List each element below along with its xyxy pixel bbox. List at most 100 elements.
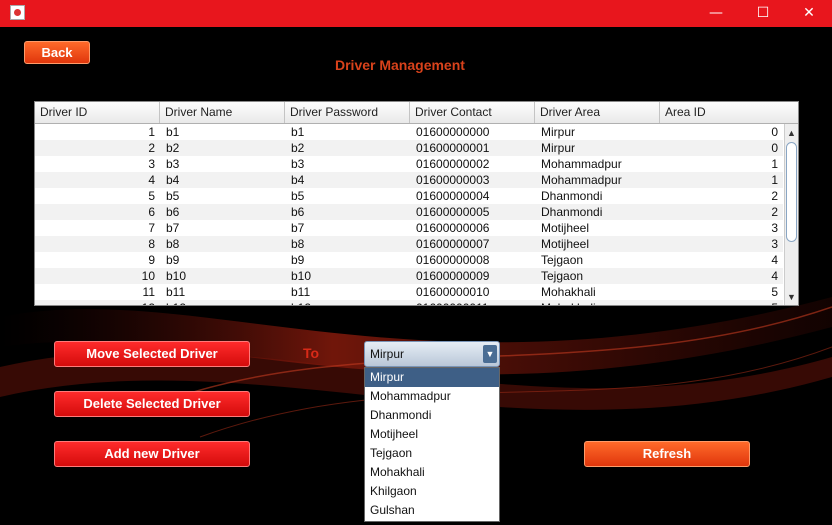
column-header-driver-password[interactable]: Driver Password: [285, 102, 410, 123]
maximize-button[interactable]: ☐: [740, 0, 786, 27]
table-row[interactable]: 3 b3 b3 01600000002 Mohammadpur 1: [35, 156, 783, 172]
dropdown-option[interactable]: Mohammadpur: [365, 387, 499, 406]
table-cell: 9: [148, 253, 155, 267]
table-cell: Motijheel: [541, 221, 590, 235]
table-cell: b11: [291, 285, 311, 299]
close-button[interactable]: ✕: [786, 0, 832, 27]
table-row[interactable]: 1 b1 b1 01600000000 Mirpur 0: [35, 124, 783, 140]
app-window: — ☐ ✕ Back Driver Management Driver ID D…: [0, 0, 832, 525]
scroll-down-arrow-icon[interactable]: ▼: [785, 290, 798, 304]
table-row[interactable]: 6 b6 b6 01600000005 Dhanmondi 2: [35, 204, 783, 220]
table-cell: 11: [142, 285, 155, 299]
table-cell: b10: [166, 269, 187, 283]
add-new-driver-button[interactable]: Add new Driver: [54, 441, 250, 467]
table-cell: Tejgaon: [541, 253, 584, 267]
java-app-icon: [10, 5, 25, 20]
table-cell: 0: [771, 125, 778, 139]
table-cell: 01600000001: [416, 141, 490, 155]
table-cell: b5: [291, 189, 305, 203]
drivers-table: Driver ID Driver Name Driver Password Dr…: [34, 101, 799, 306]
table-cell: Mirpur: [541, 125, 576, 139]
table-cell: 5: [148, 189, 155, 203]
table-row[interactable]: 8 b8 b8 01600000007 Motijheel 3: [35, 236, 783, 252]
dropdown-option[interactable]: Dhanmondi: [365, 406, 499, 425]
table-cell: 01600000005: [416, 205, 490, 219]
table-cell: 01600000002: [416, 157, 490, 171]
table-cell: Motijheel: [541, 237, 590, 251]
delete-selected-driver-button[interactable]: Delete Selected Driver: [54, 391, 250, 417]
minimize-button[interactable]: —: [693, 0, 739, 27]
column-header-driver-contact[interactable]: Driver Contact: [410, 102, 535, 123]
dropdown-option[interactable]: Mirpur: [365, 368, 499, 387]
column-header-driver-id[interactable]: Driver ID: [35, 102, 160, 123]
scroll-thumb[interactable]: [786, 142, 797, 242]
table-cell: Mohammadpur: [541, 173, 622, 187]
table-cell: 4: [771, 269, 778, 283]
table-cell: 12: [35, 300, 160, 305]
table-body: 1 b1 b1 01600000000 Mirpur 0 2 b2 b2 01600000001 M…: [35, 124, 783, 305]
table-row[interactable]: 7 b7 b7 01600000006 Motijheel 3: [35, 220, 783, 236]
area-dropdown-list: Mirpur Mohammadpur Dhanmondi Motijheel Tejga…: [364, 367, 500, 522]
table-cell: b4: [291, 173, 305, 187]
to-label: To: [303, 345, 320, 361]
table-cell: 8: [148, 237, 155, 251]
table-cell: Dhanmondi: [541, 205, 603, 219]
table-row[interactable]: 12b12b1201600000011Mohakhali5: [35, 300, 783, 305]
table-row[interactable]: 4 b4 b4 01600000003 Mohammadpur 1: [35, 172, 783, 188]
dropdown-option[interactable]: Mohakhali: [365, 463, 499, 482]
table-cell: b9: [166, 253, 180, 267]
table-cell: 01600000010: [416, 285, 490, 299]
table-cell: 6: [148, 205, 155, 219]
table-cell: b7: [291, 221, 305, 235]
table-cell: b6: [291, 205, 305, 219]
table-cell: b1: [291, 125, 305, 139]
table-cell: 5: [771, 285, 778, 299]
area-select-value: Mirpur: [370, 347, 405, 361]
table-cell: 3: [771, 221, 778, 235]
table-row[interactable]: 2 b2 b2 01600000001 Mirpur 0: [35, 140, 783, 156]
table-cell: 01600000008: [416, 253, 490, 267]
table-cell: b3: [291, 157, 305, 171]
move-selected-driver-button[interactable]: Move Selected Driver: [54, 341, 250, 367]
table-cell: 4: [771, 253, 778, 267]
column-header-driver-name[interactable]: Driver Name: [160, 102, 285, 123]
table-row[interactable]: 10 b10 b10 01600000009 Tejgaon 4: [35, 268, 783, 284]
table-cell: b6: [166, 205, 180, 219]
chevron-down-icon[interactable]: ▼: [483, 345, 497, 363]
table-cell: 0: [771, 141, 778, 155]
table-cell: b2: [291, 141, 305, 155]
table-cell: 2: [148, 141, 155, 155]
dropdown-option[interactable]: Motijheel: [365, 425, 499, 444]
table-cell: b10: [291, 269, 312, 283]
table-row[interactable]: 5 b5 b5 01600000004 Dhanmondi 2: [35, 188, 783, 204]
table-cell: 01600000011: [410, 300, 535, 305]
table-cell: 1: [771, 173, 778, 187]
column-header-area-id[interactable]: Area ID: [660, 102, 798, 123]
table-cell: 5: [660, 300, 783, 305]
table-scrollbar[interactable]: ▲ ▼: [784, 124, 798, 305]
table-cell: 2: [771, 189, 778, 203]
table-cell: b11: [166, 285, 186, 299]
table-cell: Mirpur: [541, 141, 576, 155]
dropdown-option[interactable]: Gulshan: [365, 501, 499, 520]
table-cell: 01600000004: [416, 189, 490, 203]
table-cell: b9: [291, 253, 305, 267]
table-cell: 10: [141, 269, 155, 283]
table-cell: b2: [166, 141, 180, 155]
table-cell: 01600000000: [416, 125, 490, 139]
dropdown-option[interactable]: Tejgaon: [365, 444, 499, 463]
table-cell: b12: [160, 300, 285, 305]
table-cell: Mohakhali: [535, 300, 660, 305]
table-cell: 1: [148, 125, 155, 139]
table-row[interactable]: 9 b9 b9 01600000008 Tejgaon 4: [35, 252, 783, 268]
table-cell: 7: [148, 221, 155, 235]
scroll-up-arrow-icon[interactable]: ▲: [785, 126, 798, 140]
back-button[interactable]: Back: [24, 41, 90, 64]
table-cell: b3: [166, 157, 180, 171]
table-cell: 01600000007: [416, 237, 490, 251]
table-row[interactable]: 11 b11 b11 01600000010 Mohakhali 5: [35, 284, 783, 300]
column-header-driver-area[interactable]: Driver Area: [535, 102, 660, 123]
dropdown-option[interactable]: Khilgaon: [365, 482, 499, 501]
area-select[interactable]: Mirpur ▼: [364, 341, 500, 367]
refresh-button[interactable]: Refresh: [584, 441, 750, 467]
